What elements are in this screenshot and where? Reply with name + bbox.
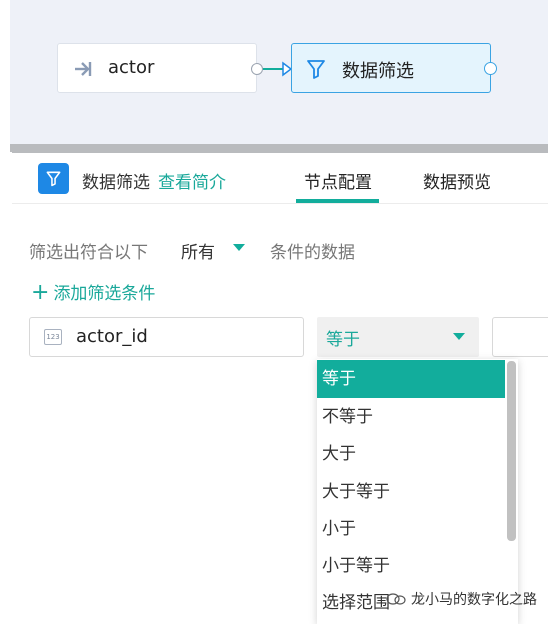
- output-port[interactable]: [251, 63, 263, 75]
- panel-gutter: [0, 152, 12, 624]
- filter-icon: [38, 163, 69, 194]
- condition-prefix-text: 筛选出符合以下: [29, 243, 148, 263]
- wechat-icon: [386, 593, 406, 605]
- add-condition-label: 添加筛选条件: [53, 284, 156, 304]
- divider: [12, 203, 548, 204]
- value-input[interactable]: [492, 317, 548, 357]
- operator-option[interactable]: 小于等于: [317, 547, 505, 585]
- caret-down-icon: [453, 333, 465, 340]
- operator-option[interactable]: 小于: [317, 510, 505, 548]
- number-type-icon: 123: [44, 329, 62, 345]
- operator-option[interactable]: 不等于: [317, 398, 505, 436]
- field-value: actor_id: [76, 326, 148, 347]
- add-condition-button[interactable]: + 添加筛选条件: [31, 279, 156, 305]
- dropdown-scrollbar[interactable]: [507, 361, 516, 541]
- arrow-right-into-icon: [72, 58, 94, 84]
- operator-option[interactable]: 大于: [317, 435, 505, 473]
- caret-down-icon[interactable]: [233, 244, 245, 251]
- view-intro-link[interactable]: 查看简介: [158, 168, 226, 193]
- operator-value: 等于: [326, 330, 360, 350]
- match-mode-select[interactable]: 所有: [181, 238, 215, 263]
- condition-suffix-text: 条件的数据: [270, 243, 355, 263]
- panel-resize-handle[interactable]: [10, 144, 548, 153]
- output-port[interactable]: [484, 62, 497, 75]
- node-label: 数据筛选: [342, 61, 414, 82]
- tab-node-config[interactable]: 节点配置: [304, 168, 372, 193]
- operator-option[interactable]: 等于: [317, 360, 505, 398]
- operator-option[interactable]: 大于等于: [317, 473, 505, 511]
- operator-dropdown[interactable]: 等于 不等于 大于 大于等于 小于 小于等于 选择范围: [317, 359, 518, 624]
- node-label: actor: [108, 57, 155, 78]
- plus-icon: +: [31, 280, 50, 305]
- node-data-filter[interactable]: 数据筛选: [291, 43, 491, 93]
- panel-title: 数据筛选: [82, 173, 150, 193]
- watermark-text: 龙小马的数字化之路: [411, 592, 537, 608]
- edge-connector: [263, 61, 293, 77]
- field-select[interactable]: 123 actor_id: [29, 317, 304, 357]
- node-actor[interactable]: actor: [57, 43, 257, 93]
- watermark: 龙小马的数字化之路: [385, 589, 537, 609]
- operator-select[interactable]: 等于: [317, 317, 479, 357]
- filter-icon: [306, 58, 326, 84]
- tab-data-preview[interactable]: 数据预览: [423, 168, 491, 193]
